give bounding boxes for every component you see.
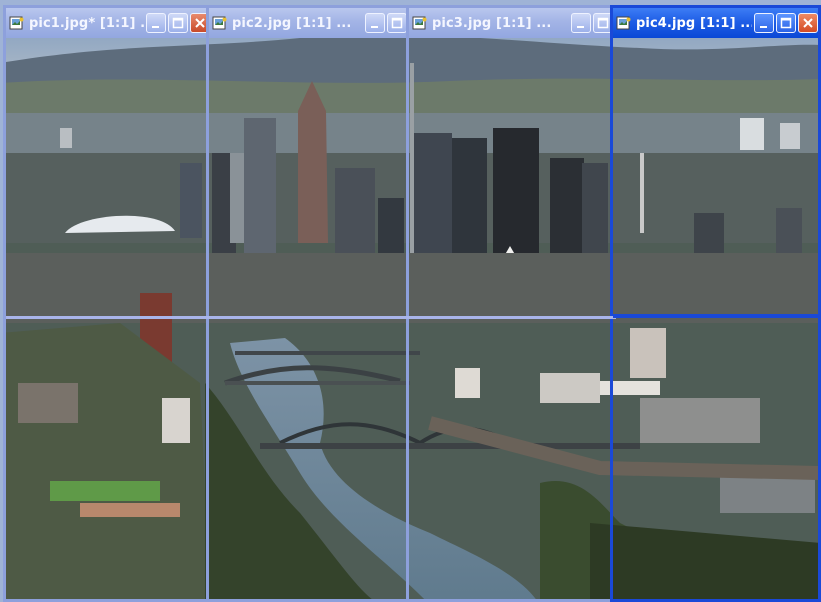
titlebar[interactable]: pic4.jpg [1:1] ...: [613, 8, 818, 38]
picture-file-icon: [212, 15, 228, 31]
minimize-button[interactable]: [571, 13, 591, 33]
maximize-icon: [777, 14, 795, 32]
tile-divider-horizontal: [6, 316, 616, 319]
minimize-button[interactable]: [146, 13, 166, 33]
titlebar[interactable]: pic3.jpg [1:1] ...: [409, 8, 613, 38]
window-title: pic1.jpg* [1:1] ...: [29, 15, 144, 31]
minimize-button[interactable]: [754, 13, 774, 33]
window-title: pic3.jpg [1:1] ...: [432, 15, 552, 31]
minimize-icon: [366, 14, 384, 32]
minimize-button[interactable]: [365, 13, 385, 33]
minimize-icon: [572, 14, 590, 32]
titlebar[interactable]: pic1.jpg* [1:1] ...: [6, 8, 210, 38]
image-window-pic1[interactable]: pic1.jpg* [1:1] ...: [3, 5, 213, 602]
image-window-pic2[interactable]: pic2.jpg [1:1] ...: [206, 5, 410, 602]
city-photo: [613, 38, 818, 599]
maximize-icon: [388, 14, 406, 32]
window-title: pic2.jpg [1:1] ...: [232, 15, 352, 31]
picture-file-icon: [616, 15, 632, 31]
close-button[interactable]: [798, 13, 818, 33]
image-canvas[interactable]: [613, 38, 818, 599]
maximize-button[interactable]: [387, 13, 407, 33]
tile-divider-horizontal-active: [613, 314, 818, 318]
minimize-icon: [147, 14, 165, 32]
minimize-icon: [755, 14, 773, 32]
maximize-icon: [169, 14, 187, 32]
window-title: pic4.jpg [1:1] ...: [636, 15, 752, 31]
titlebar[interactable]: pic2.jpg [1:1] ...: [209, 8, 407, 38]
close-icon: [799, 14, 817, 32]
image-window-pic3[interactable]: pic3.jpg [1:1] ...: [406, 5, 616, 602]
maximize-button[interactable]: [776, 13, 796, 33]
picture-file-icon: [9, 15, 25, 31]
maximize-button[interactable]: [168, 13, 188, 33]
image-window-pic4[interactable]: pic4.jpg [1:1] ...: [610, 5, 821, 602]
picture-file-icon: [412, 15, 428, 31]
